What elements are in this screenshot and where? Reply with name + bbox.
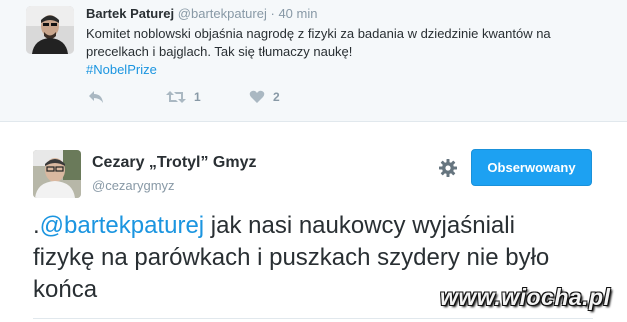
avatar-photo [26, 6, 74, 54]
timestamp[interactable]: 40 min [278, 6, 317, 21]
mention-link[interactable]: @bartekpaturej [40, 212, 204, 239]
author-handle[interactable]: @bartekpaturej [178, 6, 267, 21]
retweet-icon [166, 91, 186, 103]
watermark: www.wiocha.pl [440, 284, 611, 310]
avatar[interactable] [33, 150, 81, 198]
retweet-count: 1 [194, 90, 201, 104]
mention-prefix: . [33, 212, 40, 239]
author-name[interactable]: Cezary „Trotyl” Gmyz [92, 154, 257, 172]
heart-icon [249, 90, 265, 103]
tweet-body: Komitet noblowski objaśnia nagrodę z fiz… [86, 26, 551, 59]
reply-icon [89, 91, 103, 103]
avatar[interactable] [26, 6, 74, 54]
like-button[interactable]: 2 [249, 88, 280, 106]
follow-button[interactable]: Obserwowany [471, 149, 592, 186]
tweet-text: Komitet noblowski objaśnia nagrodę z fiz… [86, 25, 606, 79]
reply-button[interactable] [88, 88, 104, 106]
tweet-actions: 1 2 [86, 88, 486, 106]
avatar-photo [33, 150, 81, 198]
gear-icon [439, 159, 457, 177]
author-handle[interactable]: @cezarygmyz [92, 178, 175, 193]
retweet-button[interactable]: 1 [166, 88, 201, 106]
hashtag-link[interactable]: #NobelPrize [86, 62, 157, 77]
divider [33, 318, 593, 319]
separator: · [270, 6, 275, 21]
settings-button[interactable] [438, 158, 458, 178]
like-count: 2 [273, 90, 280, 104]
tweet-header: Bartek Paturej @bartekpaturej · 40 min [86, 6, 317, 21]
author-name[interactable]: Bartek Paturej [86, 6, 174, 21]
reply-tweet: Bartek Paturej @bartekpaturej · 40 min K… [0, 0, 627, 122]
